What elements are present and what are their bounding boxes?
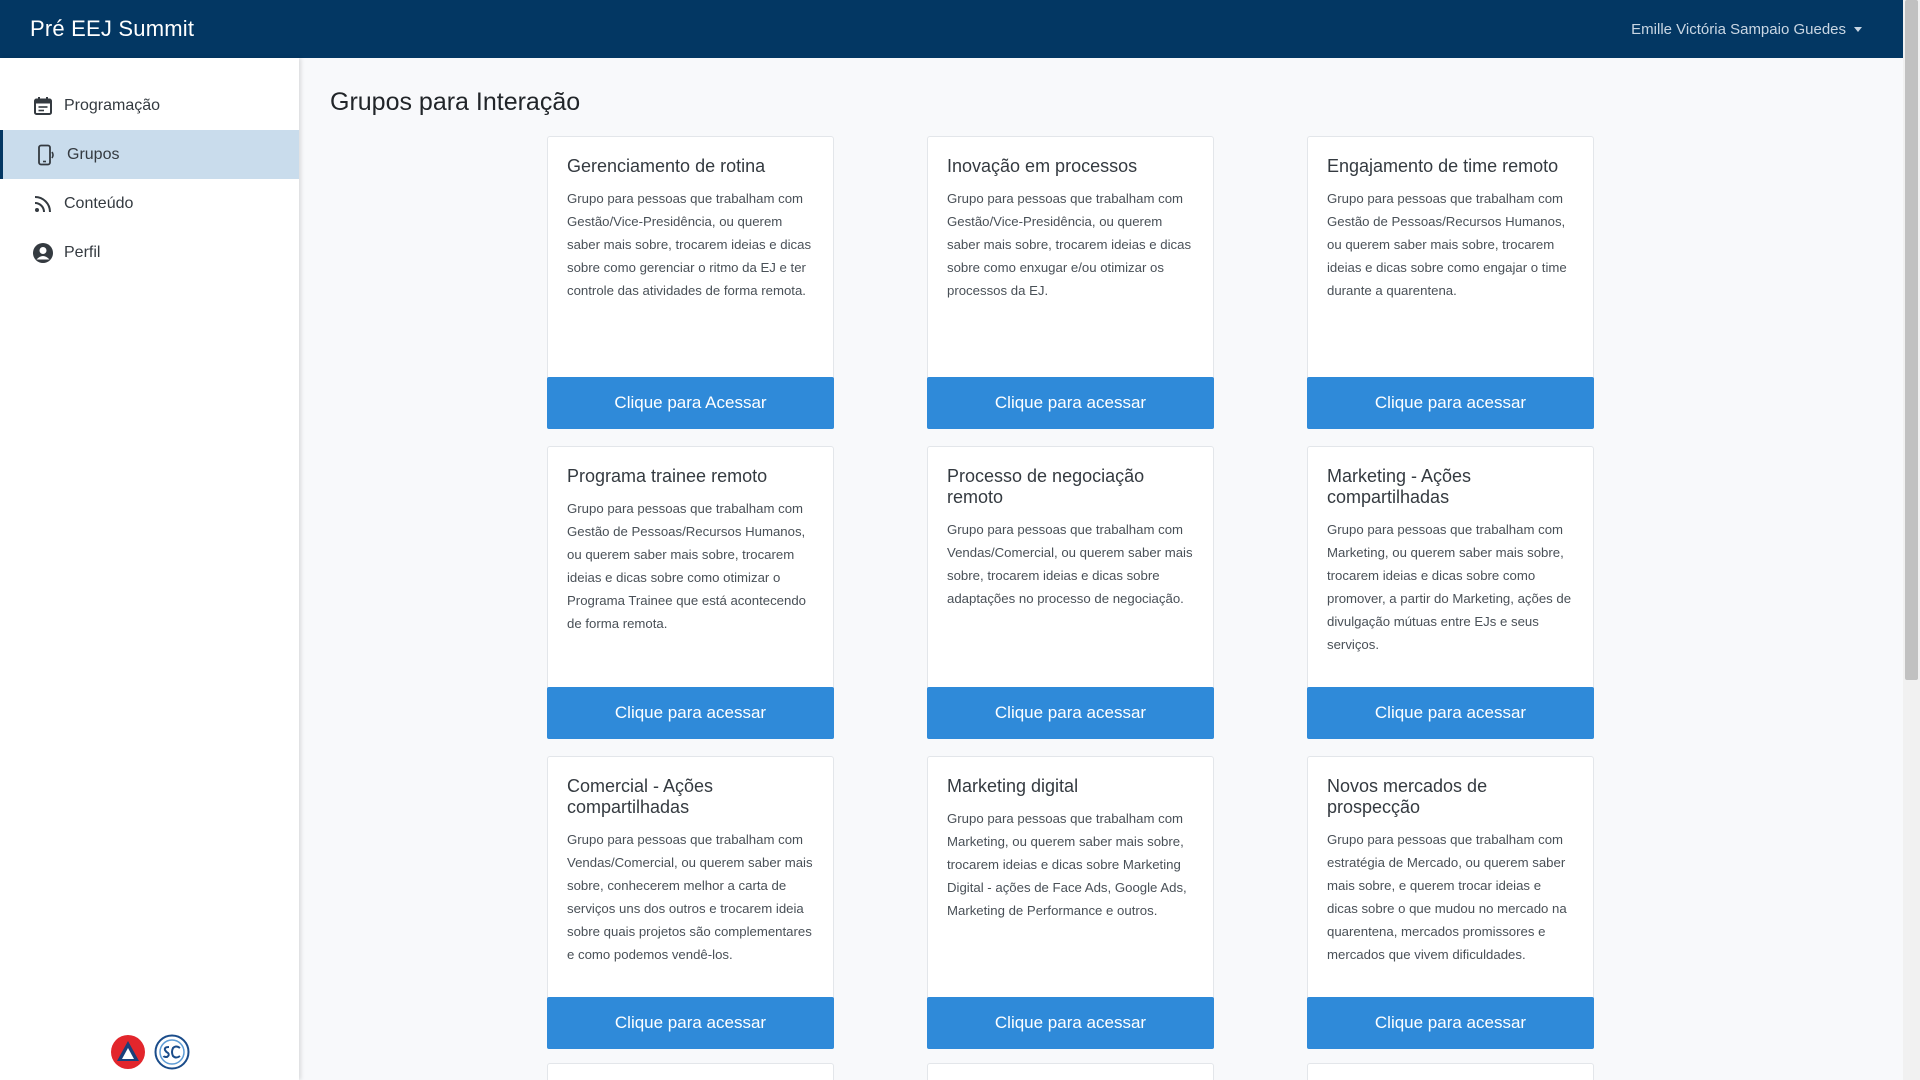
card-description: Grupo para pessoas que trabalham com Mar… bbox=[947, 811, 1187, 918]
user-name: Emille Victória Sampaio Guedes bbox=[1631, 20, 1846, 38]
access-group-button[interactable]: Clique para Acessar bbox=[547, 377, 834, 429]
sidebar: Programação Grupos Conteúdo Perfil bbox=[0, 58, 299, 1080]
access-group-button[interactable]: Clique para acessar bbox=[927, 377, 1214, 429]
access-group-button[interactable]: Clique para acessar bbox=[1307, 997, 1594, 1049]
main-content: Grupos para Interação Gerenciamento de r… bbox=[299, 58, 1903, 1080]
card-title: Marketing - Ações compartilhadas bbox=[1327, 466, 1472, 507]
next-card-partial bbox=[1307, 1063, 1594, 1080]
brand-title[interactable]: Pré EEJ Summit bbox=[30, 16, 194, 42]
card-description: Grupo para pessoas que trabalham com Ges… bbox=[947, 191, 1192, 298]
group-card: Comercial - Ações compartilhadas Grupo p… bbox=[547, 756, 834, 1049]
access-group-button[interactable]: Clique para acessar bbox=[547, 687, 834, 739]
card-description: Grupo para pessoas que trabalham com Ven… bbox=[567, 832, 813, 962]
group-card: Novos mercados de prospecção Grupo para … bbox=[1307, 756, 1594, 1049]
sidebar-item-label: Perfil bbox=[64, 243, 101, 261]
card-description: Grupo para pessoas que trabalham com est… bbox=[1327, 832, 1567, 962]
card-title: Inovação em processos bbox=[947, 156, 1138, 176]
group-card: Processo de negociação remoto Grupo para… bbox=[927, 446, 1214, 739]
card-description: Grupo para pessoas que trabalham com Ges… bbox=[1327, 191, 1567, 298]
user-menu-dropdown[interactable]: Emille Victória Sampaio Guedes bbox=[1631, 21, 1862, 38]
sc-logo bbox=[154, 1034, 190, 1070]
access-group-button[interactable]: Clique para acessar bbox=[927, 687, 1214, 739]
phone-ring-icon bbox=[35, 144, 57, 166]
rss-icon bbox=[32, 193, 54, 215]
partner-logos bbox=[110, 1034, 190, 1070]
sidebar-item-grupos[interactable]: Grupos bbox=[0, 130, 299, 179]
groups-grid: Gerenciamento de rotina Grupo para pesso… bbox=[547, 136, 1594, 1049]
card-title: Programa trainee remoto bbox=[567, 466, 768, 486]
group-card: Programa trainee remoto Grupo para pesso… bbox=[547, 446, 834, 739]
access-group-button[interactable]: Clique para acessar bbox=[547, 997, 834, 1049]
next-card-partial bbox=[927, 1063, 1214, 1080]
red-triangle-logo bbox=[110, 1034, 146, 1070]
card-title: Processo de negociação remoto bbox=[947, 466, 1145, 507]
scrollbar-thumb[interactable] bbox=[1905, 0, 1918, 680]
card-title: Novos mercados de prospecção bbox=[1327, 776, 1488, 817]
access-group-button[interactable]: Clique para acessar bbox=[1307, 377, 1594, 429]
sidebar-item-label: Programação bbox=[64, 96, 161, 114]
sidebar-item-label: Conteúdo bbox=[64, 194, 134, 212]
card-description: Grupo para pessoas que trabalham com Ven… bbox=[947, 522, 1193, 606]
sidebar-item-label: Grupos bbox=[67, 145, 120, 163]
sidebar-item-perfil[interactable]: Perfil bbox=[0, 228, 299, 277]
sidebar-item-conteudo[interactable]: Conteúdo bbox=[0, 179, 299, 228]
access-group-button[interactable]: Clique para acessar bbox=[927, 997, 1214, 1049]
top-navbar: Pré EEJ Summit Emille Victória Sampaio G… bbox=[0, 0, 1920, 58]
group-card: Engajamento de time remoto Grupo para pe… bbox=[1307, 136, 1594, 429]
card-description: Grupo para pessoas que trabalham com Mar… bbox=[1327, 522, 1572, 652]
access-group-button[interactable]: Clique para acessar bbox=[1307, 687, 1594, 739]
group-card: Marketing digital Grupo para pessoas que… bbox=[927, 756, 1214, 1049]
calendar-icon bbox=[32, 95, 54, 117]
caret-down-icon bbox=[1854, 26, 1862, 32]
group-card: Marketing - Ações compartilhadas Grupo p… bbox=[1307, 446, 1594, 739]
next-card-partial bbox=[547, 1063, 834, 1080]
user-circle-icon bbox=[32, 242, 54, 264]
sidebar-item-programacao[interactable]: Programação bbox=[0, 81, 299, 130]
card-title: Gerenciamento de rotina bbox=[567, 156, 766, 176]
page-title: Grupos para Interação bbox=[330, 88, 581, 116]
card-title: Marketing digital bbox=[947, 776, 1079, 796]
group-card: Gerenciamento de rotina Grupo para pesso… bbox=[547, 136, 834, 429]
card-title: Comercial - Ações compartilhadas bbox=[567, 776, 714, 817]
card-description: Grupo para pessoas que trabalham com Ges… bbox=[567, 191, 812, 298]
group-card: Inovação em processos Grupo para pessoas… bbox=[927, 136, 1214, 429]
card-description: Grupo para pessoas que trabalham com Ges… bbox=[567, 501, 806, 631]
card-title: Engajamento de time remoto bbox=[1327, 156, 1559, 176]
page-scrollbar[interactable] bbox=[1903, 0, 1920, 1080]
